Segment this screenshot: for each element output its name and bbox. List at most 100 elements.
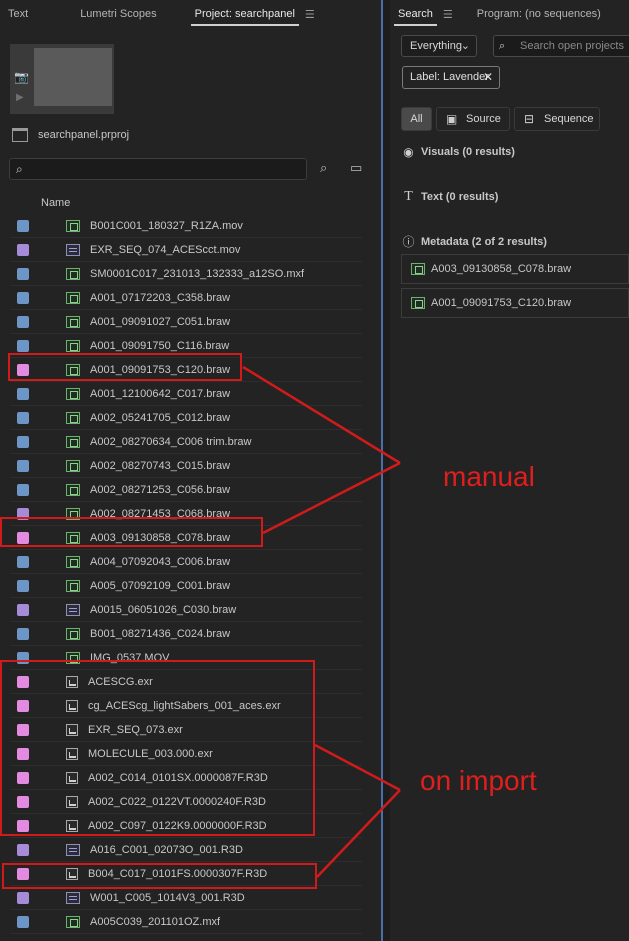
file-row[interactable]: W001_C005_1014V3_001.R3D bbox=[10, 886, 362, 910]
label-color-swatch[interactable] bbox=[17, 843, 29, 856]
sequence-icon bbox=[66, 843, 80, 856]
file-name: A005_07092109_C001.braw bbox=[90, 579, 231, 592]
play-icon[interactable]: ▶ bbox=[16, 92, 24, 103]
label-color-swatch[interactable] bbox=[17, 435, 29, 448]
clip-icon bbox=[66, 315, 80, 328]
scope-dropdown[interactable]: Everything ⌄ bbox=[401, 35, 477, 57]
file-row[interactable]: A001_09091027_C051.braw bbox=[10, 310, 362, 334]
clip-icon bbox=[66, 483, 80, 496]
file-row[interactable]: A002_08270743_C015.braw bbox=[10, 454, 362, 478]
filter-chip-label[interactable]: Label: Lavender ✕ bbox=[402, 66, 500, 89]
file-row[interactable]: A005_07092109_C001.braw bbox=[10, 574, 362, 598]
label-color-swatch[interactable] bbox=[17, 579, 29, 592]
file-name: A001_09091750_C116.braw bbox=[90, 339, 230, 352]
label-color-swatch[interactable] bbox=[17, 291, 29, 304]
file-name: A001_09091027_C051.braw bbox=[90, 315, 231, 328]
label-color-swatch[interactable] bbox=[17, 627, 29, 640]
tab-lumetri-scopes[interactable]: Lumetri Scopes bbox=[72, 0, 164, 28]
camera-icon[interactable]: 📷 bbox=[14, 70, 29, 84]
section-metadata-label: Metadata (2 of 2 results) bbox=[421, 235, 547, 248]
hamburger-icon[interactable]: ☰ bbox=[305, 8, 315, 21]
file-row[interactable]: B001_08271436_C024.braw bbox=[10, 622, 362, 646]
project-search-input[interactable]: ⌕ bbox=[9, 158, 307, 180]
scope-dropdown-value: Everything bbox=[410, 40, 462, 52]
section-visuals[interactable]: ◉ Visuals (0 results) bbox=[402, 145, 515, 159]
label-color-swatch[interactable] bbox=[17, 555, 29, 568]
file-row[interactable]: A0015_06051026_C030.braw bbox=[10, 598, 362, 622]
file-row[interactable]: SM0001C017_231013_132333_a12SO.mxf bbox=[10, 262, 362, 286]
annotation-manual: manual bbox=[443, 461, 535, 492]
section-text[interactable]: T Text (0 results) bbox=[402, 189, 498, 205]
annotation-on-import: on import bbox=[420, 765, 537, 796]
clip-icon bbox=[66, 459, 80, 472]
annotation-box-on-import bbox=[0, 660, 315, 836]
clip-icon bbox=[66, 579, 80, 592]
column-header-name[interactable]: Name bbox=[41, 197, 70, 209]
label-color-swatch[interactable] bbox=[17, 339, 29, 352]
segment-all[interactable]: All bbox=[401, 107, 432, 131]
panel-divider[interactable] bbox=[381, 0, 383, 941]
file-name: A002_08270634_C006 trim.braw bbox=[90, 435, 252, 448]
label-color-swatch[interactable] bbox=[17, 603, 29, 616]
label-color-swatch[interactable] bbox=[17, 411, 29, 424]
label-color-swatch[interactable] bbox=[17, 483, 29, 496]
file-name: A005C039_201101OZ.mxf bbox=[90, 915, 221, 928]
file-row[interactable]: A002_08271253_C056.braw bbox=[10, 478, 362, 502]
file-row[interactable]: A002_05241705_C012.braw bbox=[10, 406, 362, 430]
annotation-box-on-import-2 bbox=[2, 863, 317, 889]
filter-chip-text: Label: Lavender bbox=[410, 71, 489, 83]
tab-text[interactable]: Text bbox=[0, 0, 36, 28]
segment-source[interactable]: ▣ Source bbox=[436, 107, 510, 131]
label-color-swatch[interactable] bbox=[17, 915, 29, 928]
search-result-item[interactable]: A001_09091753_C120.braw bbox=[401, 288, 629, 318]
file-row[interactable]: A005C039_201101OZ.mxf bbox=[10, 910, 362, 934]
chevron-down-icon: ⌄ bbox=[460, 40, 470, 52]
label-color-swatch[interactable] bbox=[17, 243, 29, 256]
file-name: A002_05241705_C012.braw bbox=[90, 411, 231, 424]
file-row[interactable]: A004_07092043_C006.braw bbox=[10, 550, 362, 574]
search-result-name: A001_09091753_C120.braw bbox=[431, 297, 572, 309]
clip-icon bbox=[66, 627, 80, 640]
tab-project[interactable]: Project: searchpanel bbox=[187, 0, 303, 28]
label-color-swatch[interactable] bbox=[17, 459, 29, 472]
file-name: A004_07092043_C006.braw bbox=[90, 555, 231, 568]
project-thumbnail: 📷 ▶ bbox=[10, 44, 114, 114]
file-row[interactable]: B001C001_180327_R1ZA.mov bbox=[10, 214, 362, 238]
section-metadata[interactable]: ⓘ Metadata (2 of 2 results) bbox=[402, 233, 547, 250]
file-row[interactable]: A001_07172203_C358.braw bbox=[10, 286, 362, 310]
tab-search[interactable]: Search bbox=[390, 0, 441, 28]
clip-icon bbox=[66, 291, 80, 304]
label-color-swatch[interactable] bbox=[17, 387, 29, 400]
find-icon[interactable]: ⌕ bbox=[320, 160, 327, 176]
hamburger-icon[interactable]: ☰ bbox=[443, 8, 453, 21]
project-file-icon bbox=[12, 128, 28, 142]
file-row[interactable]: EXR_SEQ_074_ACEScct.mov bbox=[10, 238, 362, 262]
file-name: B001_08271436_C024.braw bbox=[90, 627, 231, 640]
search-open-projects-input[interactable]: ⌕ Search open projects bbox=[493, 35, 629, 57]
label-color-swatch[interactable] bbox=[17, 891, 29, 904]
file-row[interactable]: A016_C001_02073O_001.R3D bbox=[10, 838, 362, 862]
annotation-box-manual-1 bbox=[8, 353, 242, 381]
section-text-label: Text (0 results) bbox=[421, 191, 499, 203]
text-icon: T bbox=[404, 189, 413, 204]
tab-program[interactable]: Program: (no sequences) bbox=[469, 0, 609, 28]
clip-icon bbox=[411, 263, 425, 275]
project-file-row: searchpanel.prproj bbox=[12, 128, 129, 142]
label-color-swatch[interactable] bbox=[17, 219, 29, 232]
clip-icon bbox=[66, 219, 80, 232]
label-color-swatch[interactable] bbox=[17, 267, 29, 280]
clip-icon bbox=[66, 915, 80, 928]
clip-icon bbox=[66, 411, 80, 424]
clip-icon bbox=[66, 435, 80, 448]
close-icon[interactable]: ✕ bbox=[483, 67, 493, 88]
file-name: EXR_SEQ_074_ACEScct.mov bbox=[90, 243, 241, 256]
section-visuals-label: Visuals (0 results) bbox=[421, 146, 515, 158]
search-result-item[interactable]: A003_09130858_C078.braw bbox=[401, 254, 629, 284]
new-bin-icon[interactable]: ▭ bbox=[350, 160, 362, 176]
file-row[interactable]: A001_12100642_C017.braw bbox=[10, 382, 362, 406]
label-color-swatch[interactable] bbox=[17, 315, 29, 328]
sequence-icon bbox=[66, 603, 80, 616]
segment-sequence[interactable]: ⊟ Sequence bbox=[514, 107, 600, 131]
search-icon: ⌕ bbox=[16, 162, 23, 176]
file-row[interactable]: A002_08270634_C006 trim.braw bbox=[10, 430, 362, 454]
